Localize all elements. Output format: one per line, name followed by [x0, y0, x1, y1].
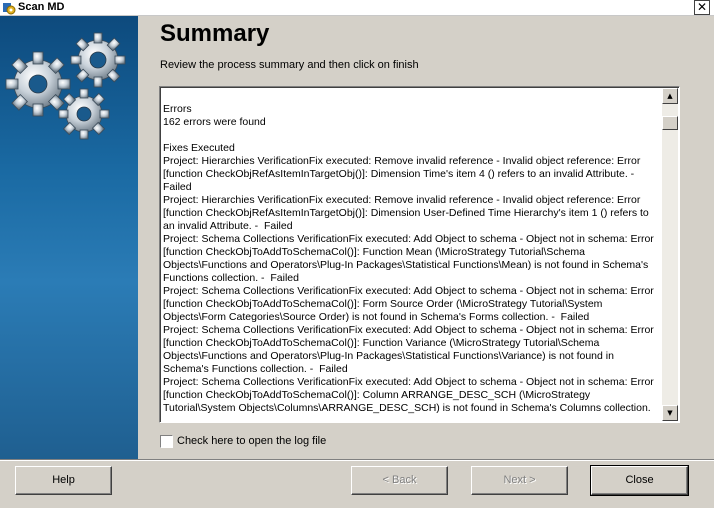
summary-log-text: Errors 162 errors were found Fixes Execut…: [163, 103, 661, 421]
log-line: Errors: [163, 103, 192, 115]
window-title: Scan MD: [18, 1, 65, 13]
side-panel: [0, 16, 138, 459]
close-icon: ✕: [696, 0, 708, 14]
button-bar: Help < Back Next > Close: [0, 461, 714, 508]
scroll-thumb[interactable]: [662, 116, 678, 130]
app-icon: [3, 3, 16, 15]
gears-icon: [5, 32, 126, 140]
next-button[interactable]: Next >: [471, 466, 568, 495]
log-line: Project: Schema Collections Verification…: [163, 285, 657, 323]
close-button[interactable]: Close: [590, 465, 689, 496]
open-log-label[interactable]: Check here to open the log file: [177, 435, 326, 447]
log-line: Project: Hierarchies VerificationFix exe…: [163, 155, 644, 193]
log-line: Fixes Executed: [163, 142, 235, 154]
help-button[interactable]: Help: [15, 466, 112, 495]
log-line: Project: Schema Collections Verification…: [163, 233, 657, 284]
scroll-down-button[interactable]: ▼: [662, 405, 678, 421]
log-line: Project: Hierarchies VerificationFix exe…: [163, 194, 652, 232]
page-title: Summary: [160, 20, 270, 47]
scroll-up-button[interactable]: ▲: [662, 88, 678, 104]
vertical-scrollbar[interactable]: ▲ ▼: [662, 88, 678, 421]
open-log-checkbox[interactable]: [160, 435, 173, 448]
log-line: Project: Schema Collections Verification…: [163, 324, 657, 375]
log-line: 162 errors were found: [163, 116, 266, 128]
content-panel: Summary Review the process summary and t…: [138, 16, 714, 459]
title-bar: Scan MD ✕: [0, 0, 714, 16]
page-subtitle: Review the process summary and then clic…: [160, 59, 419, 71]
back-button[interactable]: < Back: [351, 466, 448, 495]
close-window-button[interactable]: ✕: [694, 0, 710, 15]
log-line: Project: Schema Collections Verification…: [163, 376, 657, 414]
summary-log-textbox[interactable]: Errors 162 errors were found Fixes Execut…: [159, 86, 680, 423]
